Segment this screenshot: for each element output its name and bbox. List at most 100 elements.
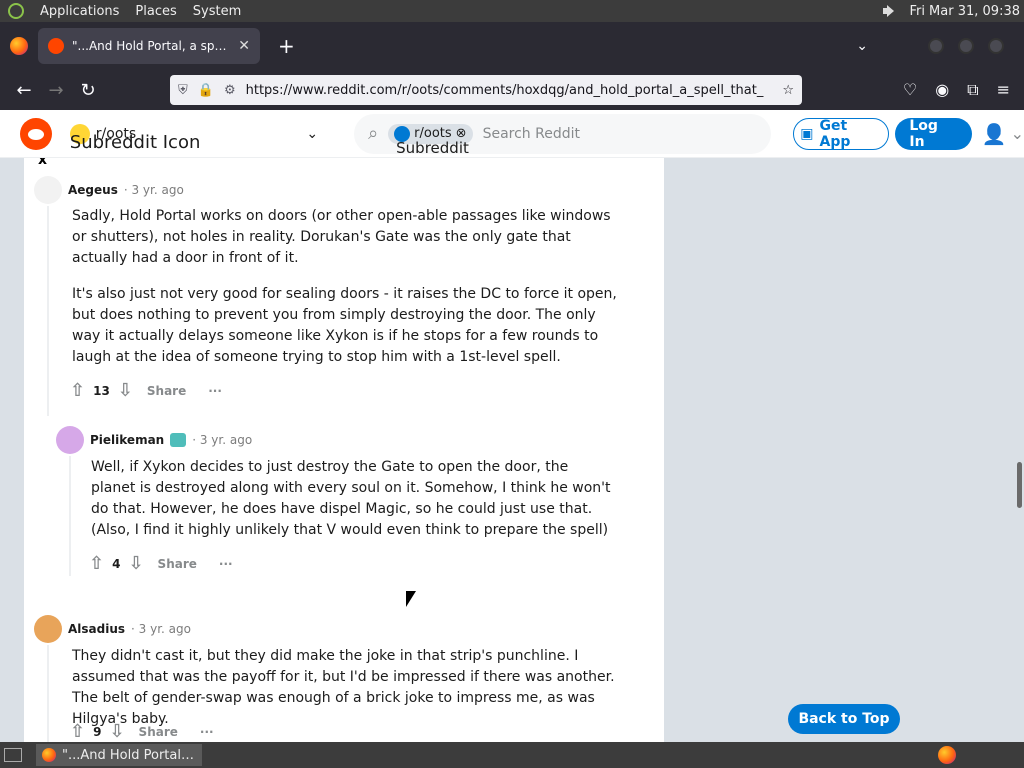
comment-timestamp[interactable]: · 3 yr. ago <box>192 433 252 447</box>
url-bar[interactable]: ⛨ 🔒 ⚙ https://www.reddit.com/r/oots/comm… <box>170 75 802 105</box>
user-menu[interactable]: 👤 ⌄ <box>982 122 1024 146</box>
pocket-icon[interactable]: ♡ <box>903 80 917 100</box>
comment-header: Aegeus · 3 yr. ago <box>34 176 634 204</box>
comment: Aegeus · 3 yr. ago <box>34 176 634 204</box>
comments-panel: ⅹ Aegeus · 3 yr. ago Sadly, Hold Portal … <box>24 158 664 742</box>
downvote-icon[interactable]: ⇩ <box>118 380 133 401</box>
flair-icon <box>170 433 187 447</box>
vote-count: 4 <box>112 556 121 571</box>
menu-places[interactable]: Places <box>135 4 176 19</box>
browser-nav-bar: ← → ↻ ⛨ 🔒 ⚙ https://www.reddit.com/r/oot… <box>0 70 1024 110</box>
mouse-cursor <box>406 591 416 607</box>
more-options-icon[interactable]: ··· <box>219 557 233 571</box>
browser-tab-bar: "...And Hold Portal, a spell th ✕ + ⌄ <box>0 22 1024 70</box>
comment-body: Well, if Xykon decides to just destroy t… <box>91 457 611 556</box>
reddit-logo-icon[interactable] <box>20 117 52 150</box>
system-logo-icon[interactable] <box>8 3 24 19</box>
maximize-button[interactable] <box>958 38 974 54</box>
share-button[interactable]: Share <box>158 557 197 571</box>
share-button[interactable]: Share <box>139 725 178 739</box>
lock-icon[interactable]: 🔒 <box>198 83 214 98</box>
minimize-button[interactable] <box>928 38 944 54</box>
downvote-icon[interactable]: ⇩ <box>128 553 143 574</box>
close-tab-icon[interactable]: ✕ <box>238 38 250 54</box>
comment-paragraph: It's also just not very good for sealing… <box>72 286 617 365</box>
account-icon[interactable]: ◉ <box>935 80 949 100</box>
scrollbar-thumb[interactable] <box>1017 462 1022 508</box>
comment-paragraph: Sadly, Hold Portal works on doors (or ot… <box>72 208 611 266</box>
right-sidebar <box>664 158 1024 742</box>
collapsed-marker: ⅹ <box>38 158 48 168</box>
comment-author[interactable]: Alsadius <box>68 622 125 636</box>
reddit-header: r/oots Subreddit Icon ⌄ ⌕ r/oots ⊗ Subre… <box>0 110 1024 172</box>
url-text[interactable]: https://www.reddit.com/r/oots/comments/h… <box>246 83 773 98</box>
thread-line[interactable] <box>47 206 49 416</box>
chevron-down-icon: ⌄ <box>1010 124 1024 143</box>
list-tabs-icon[interactable]: ⌄ <box>856 38 868 54</box>
comment-body: Sadly, Hold Portal works on doors (or ot… <box>72 206 617 383</box>
comment-timestamp[interactable]: · 3 yr. ago <box>131 622 191 636</box>
search-icon: ⌕ <box>368 123 379 144</box>
vote-count: 13 <box>93 383 110 398</box>
qr-code-icon: ▣ <box>800 125 814 142</box>
shield-icon[interactable]: ⛨ <box>178 83 188 98</box>
subreddit-picker[interactable]: r/oots Subreddit Icon ⌄ <box>69 123 318 153</box>
comment: Pielikeman · 3 yr. ago <box>56 426 636 454</box>
comment-actions: ⇧ 4 ⇩ Share ··· <box>89 553 233 574</box>
forward-icon[interactable]: → <box>40 80 72 101</box>
comment: Alsadius · 3 yr. ago <box>34 615 634 643</box>
comment-author[interactable]: Aegeus <box>68 183 118 197</box>
search-subreddit-pill[interactable]: r/oots ⊗ Subreddit Icon <box>388 123 473 172</box>
thread-line[interactable] <box>69 456 71 576</box>
back-to-top-button[interactable]: Back to Top <box>788 704 900 734</box>
upvote-icon[interactable]: ⇧ <box>89 553 104 574</box>
system-top-panel: Applications Places System Fri Mar 31, 0… <box>0 0 1024 22</box>
taskbar: "...And Hold Portal, ... <box>0 742 1024 768</box>
reload-icon[interactable]: ↻ <box>72 80 104 101</box>
taskbar-window-title: "...And Hold Portal, ... <box>62 747 196 763</box>
comment-timestamp[interactable]: · 3 yr. ago <box>124 183 184 197</box>
share-button[interactable]: Share <box>147 384 186 398</box>
back-icon[interactable]: ← <box>8 80 40 101</box>
user-icon: 👤 <box>981 121 1007 146</box>
permissions-icon[interactable]: ⚙ <box>224 83 236 98</box>
taskbar-window-item[interactable]: "...And Hold Portal, ... <box>36 744 202 766</box>
reddit-favicon-icon <box>48 38 64 54</box>
avatar[interactable] <box>56 426 84 454</box>
extensions-icon[interactable]: ⧉ <box>967 80 978 100</box>
volume-icon[interactable] <box>881 4 899 18</box>
comment-actions: ⇧ 13 ⇩ Share ··· <box>70 380 222 401</box>
clock[interactable]: Fri Mar 31, 09:38 <box>909 4 1020 19</box>
hamburger-menu-icon[interactable]: ≡ <box>997 80 1010 100</box>
more-options-icon[interactable]: ··· <box>200 725 214 739</box>
menu-applications[interactable]: Applications <box>40 4 119 19</box>
search-bar[interactable]: ⌕ r/oots ⊗ Subreddit Icon Search Reddit <box>354 113 772 172</box>
comment-actions: ⇧ 9 ⇩ Share ··· <box>70 721 214 742</box>
chevron-down-icon[interactable]: ⌄ <box>306 126 318 142</box>
upvote-icon[interactable]: ⇧ <box>70 721 85 742</box>
avatar[interactable] <box>34 176 62 204</box>
login-button[interactable]: Log In <box>895 117 972 150</box>
firefox-icon <box>42 748 56 762</box>
comment-header: Pielikeman · 3 yr. ago <box>56 426 636 454</box>
avatar[interactable] <box>34 615 62 643</box>
search-input[interactable]: Search Reddit <box>483 126 580 142</box>
get-app-label: Get App <box>819 117 851 150</box>
get-app-button[interactable]: ▣ Get App <box>793 117 890 150</box>
firefox-launcher-icon[interactable] <box>938 746 956 764</box>
bookmark-star-icon[interactable]: ☆ <box>782 83 794 98</box>
comment-author[interactable]: Pielikeman <box>90 433 164 447</box>
subreddit-icon-alt-text: Subreddit Icon <box>69 131 201 153</box>
browser-tab[interactable]: "...And Hold Portal, a spell th ✕ <box>38 28 260 64</box>
firefox-icon[interactable] <box>10 37 28 55</box>
more-options-icon[interactable]: ··· <box>208 384 222 398</box>
downvote-icon[interactable]: ⇩ <box>109 721 124 742</box>
comment-header: Alsadius · 3 yr. ago <box>34 615 634 643</box>
menu-system[interactable]: System <box>193 4 241 19</box>
upvote-icon[interactable]: ⇧ <box>70 380 85 401</box>
close-window-button[interactable] <box>988 38 1004 54</box>
show-desktop-icon[interactable] <box>4 748 22 762</box>
tab-title: "...And Hold Portal, a spell th <box>72 39 231 53</box>
new-tab-button[interactable]: + <box>278 34 295 58</box>
thread-line[interactable] <box>47 645 49 742</box>
